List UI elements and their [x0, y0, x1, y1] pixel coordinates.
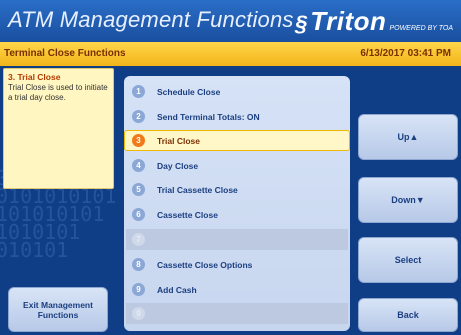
item-label: Trial Close	[157, 135, 200, 146]
item-number: 3	[132, 134, 145, 147]
brand-name: Triton	[310, 6, 387, 36]
back-button[interactable]: Back	[358, 298, 458, 332]
datetime: 6/13/2017 03:41 PM	[360, 48, 451, 59]
item-label: Schedule Close	[157, 86, 221, 97]
item-number: 1	[132, 85, 145, 98]
item-number: 5	[132, 183, 145, 196]
menu-item-day-close[interactable]: 4 Day Close	[126, 155, 348, 176]
digit-row: 101010101	[0, 202, 105, 226]
header-bar: ATM Management Functions § Triton POWERE…	[0, 0, 461, 42]
menu-item-add-cash[interactable]: 9 Add Cash	[126, 279, 348, 300]
app-title: ATM Management Functions	[8, 7, 294, 32]
item-label: Add Cash	[157, 284, 197, 295]
item-number: 8	[132, 258, 145, 271]
up-button[interactable]: Up▲	[358, 114, 458, 160]
brand-tagline: POWERED BY TOA	[389, 25, 453, 32]
exit-management-functions-button[interactable]: Exit Management Functions	[8, 287, 108, 332]
digit-row: 010101	[0, 238, 69, 262]
menu-item-cassette-close[interactable]: 6 Cassette Close	[126, 204, 348, 225]
help-description: Trial Close is used to initiate a trial …	[8, 83, 108, 102]
item-number: 2	[132, 110, 145, 123]
brand-logo: § Triton POWERED BY TOA	[295, 6, 453, 37]
menu-item-trial-cassette-close[interactable]: 5 Trial Cassette Close	[126, 179, 348, 200]
item-number: 0	[132, 307, 145, 320]
menu-item-cassette-close-options[interactable]: 8 Cassette Close Options	[126, 254, 348, 275]
menu-item-0-empty: 0	[126, 303, 348, 324]
menu-item-schedule-close[interactable]: 1 Schedule Close	[126, 81, 348, 102]
section-title: Terminal Close Functions	[4, 48, 126, 59]
item-label: Cassette Close	[157, 209, 218, 220]
down-button[interactable]: Down▼	[358, 177, 458, 223]
menu-list: 1 Schedule Close 2 Send Terminal Totals:…	[124, 76, 350, 331]
item-label: Cassette Close Options	[157, 259, 253, 270]
menu-item-7-empty: 7	[126, 229, 348, 250]
select-button[interactable]: Select	[358, 237, 458, 283]
brand-mark-icon: §	[295, 11, 308, 36]
item-number: 4	[132, 159, 145, 172]
item-number: 6	[132, 208, 145, 221]
item-label: Day Close	[157, 160, 199, 171]
item-number: 7	[132, 233, 145, 246]
section-bar: Terminal Close Functions 6/13/2017 03:41…	[0, 42, 461, 66]
item-label: Send Terminal Totals: ON	[157, 111, 260, 122]
item-number: 9	[132, 283, 145, 296]
digit-row: 1010101	[0, 220, 81, 244]
help-title: 3. Trial Close	[8, 72, 61, 82]
help-panel: 3. Trial Close Trial Close is used to in…	[3, 68, 114, 189]
menu-item-trial-close[interactable]: 3 Trial Close	[124, 130, 350, 151]
item-label: Trial Cassette Close	[157, 184, 238, 195]
menu-item-send-terminal-totals[interactable]: 2 Send Terminal Totals: ON	[126, 106, 348, 127]
